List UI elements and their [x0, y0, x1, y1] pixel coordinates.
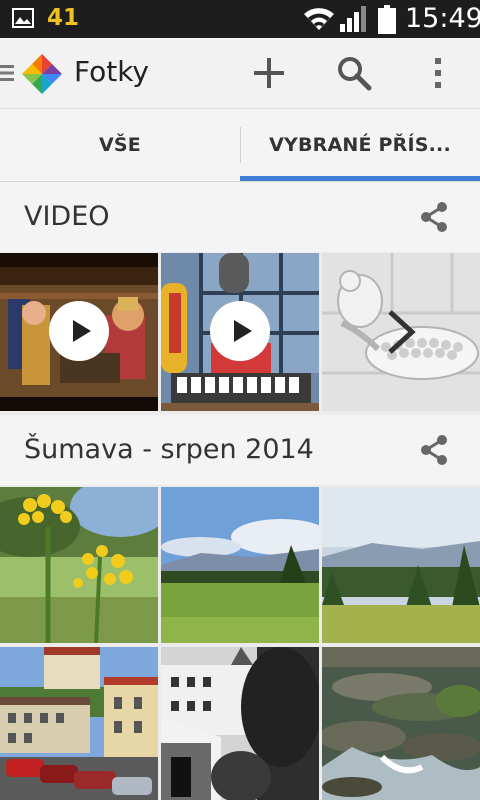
search-icon[interactable]: [336, 55, 372, 91]
signal-icon: [340, 6, 366, 32]
menu-icon[interactable]: [0, 64, 14, 82]
section-header-video: VIDEO: [0, 182, 480, 252]
photo-thumbnail[interactable]: [0, 487, 158, 643]
overflow-menu-icon[interactable]: [420, 55, 456, 91]
play-icon[interactable]: [49, 301, 109, 361]
notification-count: 41: [47, 5, 80, 31]
tab-bar: VŠE VYBRANÉ PŘÍS...: [0, 109, 480, 182]
video-thumbnail[interactable]: [161, 253, 319, 411]
section-title: VIDEO: [24, 201, 110, 232]
tab-all[interactable]: VŠE: [0, 109, 240, 181]
section-title: Šumava - srpen 2014: [24, 434, 314, 465]
play-icon[interactable]: [210, 301, 270, 361]
action-bar: Fotky: [0, 38, 480, 109]
share-icon[interactable]: [418, 434, 450, 466]
photo-grid: [0, 487, 480, 800]
gallery-notification-icon: [12, 8, 34, 28]
photo-thumbnail[interactable]: [322, 487, 480, 643]
video-thumbnail[interactable]: [0, 253, 158, 411]
battery-icon: [378, 5, 396, 34]
more-videos-tile[interactable]: [322, 253, 480, 411]
clock: 15:49: [405, 3, 480, 34]
video-grid: [0, 253, 480, 411]
section-header-album: Šumava - srpen 2014: [0, 415, 480, 485]
chevron-right-icon[interactable]: [386, 309, 416, 355]
photo-thumbnail[interactable]: [322, 647, 480, 800]
photo-thumbnail[interactable]: [161, 487, 319, 643]
add-icon[interactable]: [251, 55, 287, 91]
share-icon[interactable]: [418, 201, 450, 233]
tab-selected-indicator: [240, 176, 480, 181]
wifi-icon: [304, 8, 334, 30]
app-title: Fotky: [74, 55, 150, 88]
photo-thumbnail[interactable]: [161, 647, 319, 800]
tab-highlights[interactable]: VYBRANÉ PŘÍS...: [240, 109, 480, 181]
status-bar: 41 15:49: [0, 0, 480, 38]
google-photos-logo[interactable]: [18, 50, 66, 98]
photo-thumbnail[interactable]: [0, 647, 158, 800]
